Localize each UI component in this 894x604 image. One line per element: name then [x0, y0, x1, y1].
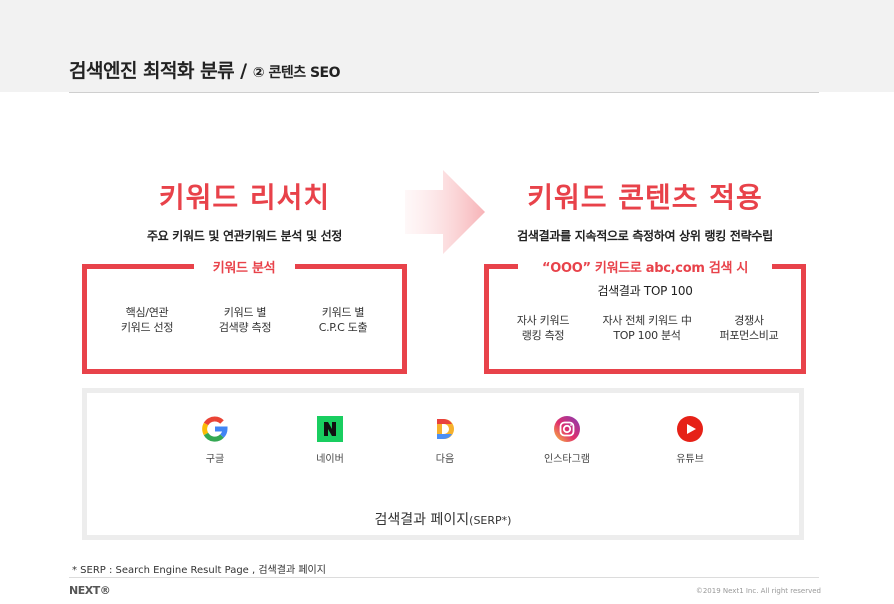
daum-icon: [437, 419, 454, 439]
bracket-top-right: [772, 264, 806, 269]
bracket-top-right: [295, 264, 407, 269]
serp-title-main: 검색결과 페이지: [374, 512, 470, 528]
serp-title: 검색결과 페이지(SERP*): [87, 509, 799, 529]
next-logo: NEXT®: [69, 584, 111, 597]
bracket-top-left: [484, 264, 518, 269]
result-item-top100-analysis: 자사 전체 키워드 中 TOP 100 분석: [602, 314, 692, 342]
search-result-box: “OOO” 키워드로 abc,com 검색 시 검색결과 TOP 100 자사 …: [484, 261, 806, 374]
analysis-item-core-keywords: 핵심/연관 키워드 선정: [120, 306, 174, 334]
analysis-item-cpc: 키워드 별 C.P.C 도출: [318, 306, 368, 334]
title-divider: [69, 92, 819, 93]
keyword-content-heading: 키워드 콘텐츠 적용: [527, 181, 763, 214]
naver-icon: [317, 416, 343, 442]
portal-instagram: 인스타그램: [527, 416, 607, 465]
portal-name: 네이버: [316, 454, 344, 465]
search-result-top100: 검색결과 TOP 100: [597, 284, 693, 298]
page-title-main: 검색엔진 최적화 분류 /: [69, 60, 247, 82]
keyword-research-heading: 키워드 리서치: [158, 181, 331, 214]
youtube-icon: [677, 416, 703, 442]
keyword-research-subheading: 주요 키워드 및 연관키워드 분석 및 선정: [146, 229, 343, 243]
portal-name: 인스타그램: [544, 454, 590, 465]
footnote: * SERP : Search Engine Result Page , 검색결…: [72, 565, 326, 576]
result-item-ranking: 자사 키워드 랭킹 측정: [516, 314, 570, 342]
arrow-right-icon: [405, 170, 485, 254]
keyword-analysis-label: 키워드 분석: [212, 261, 276, 276]
search-query-label: “OOO” 키워드로 abc,com 검색 시: [541, 261, 749, 276]
analysis-item-search-volume: 키워드 별 검색량 측정: [218, 306, 272, 334]
portal-naver: 네이버: [290, 416, 370, 465]
footer-divider: [69, 577, 819, 578]
page-title-sub: ② 콘텐츠 SEO: [252, 65, 341, 81]
serp-box: 구글 네이버 다음 인스타그램 유튜브 검색결과 페이지(SERP*): [82, 388, 804, 540]
portal-name: 구글: [205, 454, 225, 465]
portal-google: 구글: [175, 416, 255, 465]
serp-title-suffix: (SERP*): [469, 514, 512, 527]
keyword-analysis-box: 키워드 분석 핵심/연관 키워드 선정 키워드 별 검색량 측정 키워드 별 C…: [82, 261, 407, 374]
copyright: ©2019 Next1 Inc. All right reserved: [695, 587, 821, 595]
page-title: 검색엔진 최적화 분류 / ② 콘텐츠 SEO: [69, 56, 341, 83]
keyword-content-subheading: 검색결과를 지속적으로 측정하여 상위 랭킹 전략수립: [517, 229, 773, 243]
portal-name: 유튜브: [676, 454, 704, 465]
portal-daum: 다음: [405, 416, 485, 465]
instagram-icon: [554, 416, 580, 442]
result-item-competitor: 경쟁사 퍼포먼스비교: [719, 314, 779, 342]
google-icon: [202, 416, 228, 442]
portal-youtube: 유튜브: [650, 416, 730, 465]
bracket-top-left: [82, 264, 194, 269]
portal-name: 다음: [435, 454, 455, 465]
